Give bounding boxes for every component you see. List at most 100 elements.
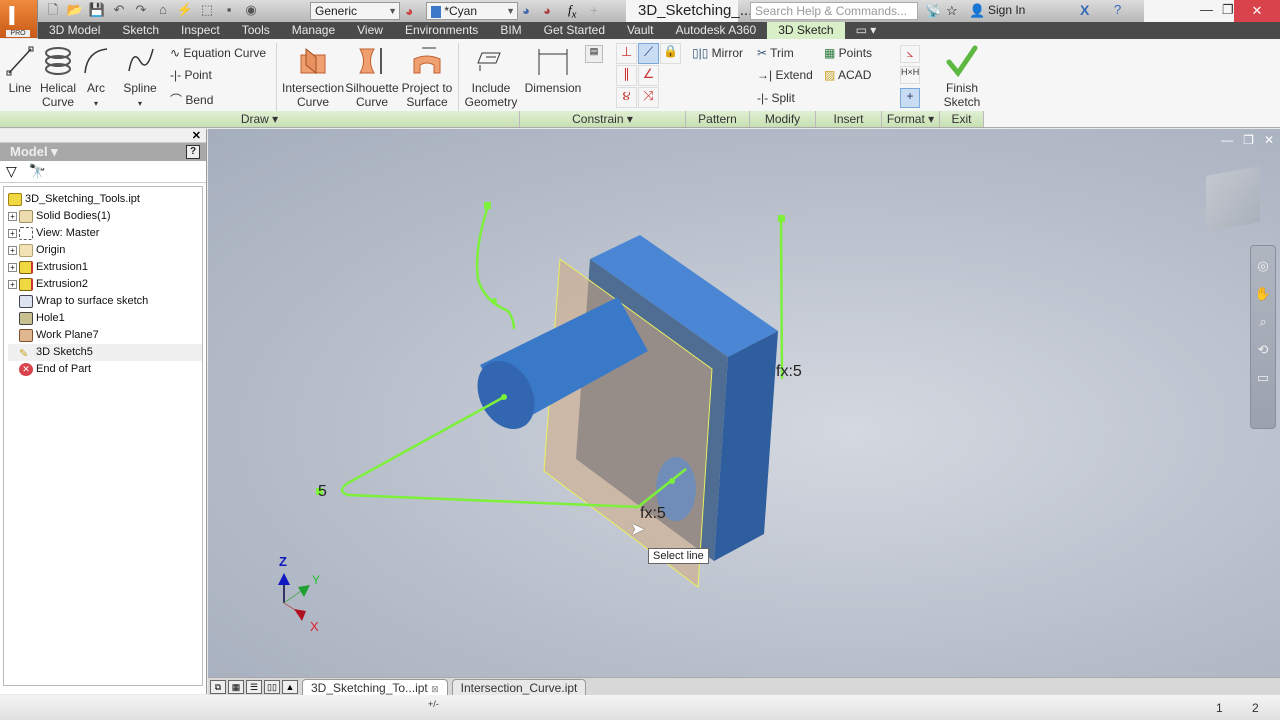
include-geometry-button[interactable]: Include Geometry: [462, 45, 520, 109]
doc-tab-3d-sketching[interactable]: 3D_Sketching_To...ipt ⊠: [302, 678, 448, 695]
redo-icon[interactable]: ↷: [132, 2, 150, 18]
helical-curve-button[interactable]: Helical Curve: [38, 45, 78, 109]
points-button[interactable]: ▦ Points: [824, 46, 872, 60]
tree-node-3d-sketch5[interactable]: ✎ 3D Sketch5: [8, 344, 202, 361]
tree-node-hole1[interactable]: Hole1: [8, 310, 202, 327]
ribbon-display-toggle[interactable]: ▭ ▾: [845, 22, 888, 39]
dimension-button[interactable]: Dimension: [524, 45, 582, 95]
tile-horizontal-icon[interactable]: ☰: [246, 679, 262, 694]
doc-tab-close-icon[interactable]: ⊠: [431, 684, 439, 694]
tile-vertical-icon[interactable]: ▯▯: [264, 679, 280, 694]
find-binoculars-icon[interactable]: 🔭: [29, 163, 46, 180]
driven-dimension-icon[interactable]: H×H: [900, 66, 920, 84]
home-icon[interactable]: ⌂: [154, 2, 172, 18]
search-input[interactable]: Search Help & Commands...: [750, 2, 918, 20]
tab-manage[interactable]: Manage: [281, 22, 346, 39]
coincident-icon[interactable]: ⊥: [616, 43, 637, 64]
tree-node-work-plane7[interactable]: Work Plane7: [8, 327, 202, 344]
adjust-icon[interactable]: ◕: [522, 3, 530, 18]
open-documents-menu-icon[interactable]: ▲: [282, 679, 298, 694]
equation-curve-button[interactable]: ∿ Equation Curve: [170, 46, 266, 60]
tree-node-solid-bodies[interactable]: + Solid Bodies(1): [8, 208, 202, 225]
intersection-curve-button[interactable]: Intersection Curve: [282, 45, 344, 109]
tree-node-view-master[interactable]: + View: Master: [8, 225, 202, 242]
collinear-icon[interactable]: ⟋: [638, 43, 659, 64]
dimension-label-vertical[interactable]: fx:5: [776, 363, 802, 381]
expand-icon[interactable]: +: [8, 229, 17, 238]
crosshair-icon[interactable]: +: [590, 2, 598, 18]
tree-node-origin[interactable]: + Origin: [8, 242, 202, 259]
tab-tools[interactable]: Tools: [231, 22, 281, 39]
silhouette-curve-button[interactable]: Silhouette Curve: [344, 45, 400, 109]
spline-curve[interactable]: [475, 205, 516, 330]
favorites-star-icon[interactable]: ☆: [946, 3, 958, 19]
tree-node-extrusion2[interactable]: + Extrusion2: [8, 276, 202, 293]
smooth-icon[interactable]: ⤨: [638, 87, 659, 108]
point-button[interactable]: -|- Point: [170, 68, 212, 82]
graphics-viewport[interactable]: — ❐ ✕ ◎ ✋ ⌕ ⟲ ▭ fx:5 fx:5 5 ➤ Select lin…: [208, 129, 1280, 677]
application-menu-button[interactable]: I PRO: [0, 0, 38, 38]
expand-icon[interactable]: +: [8, 263, 17, 272]
vertical-line[interactable]: [779, 218, 784, 380]
parallel-icon[interactable]: ∥: [616, 65, 637, 86]
tab-inspect[interactable]: Inspect: [170, 22, 231, 39]
tree-node-end-of-part[interactable]: ✕ End of Part: [8, 361, 202, 378]
expand-icon[interactable]: +: [8, 246, 17, 255]
browser-close-icon[interactable]: ✕: [192, 129, 201, 142]
doc-tab-intersection-curve[interactable]: Intersection_Curve.ipt: [451, 678, 587, 695]
open-icon[interactable]: 📂: [66, 2, 84, 18]
line-button[interactable]: Line: [4, 45, 36, 95]
browser-help-icon[interactable]: ?: [186, 145, 200, 159]
format-panel-label[interactable]: Format ▾: [882, 111, 940, 127]
tile-grid-icon[interactable]: ▦: [228, 679, 244, 694]
spline-dropdown-icon[interactable]: ▾: [138, 99, 142, 108]
appearance-color-icon[interactable]: ◕: [405, 3, 413, 19]
restore-button[interactable]: ❐: [1222, 2, 1234, 18]
tab-environments[interactable]: Environments: [394, 22, 489, 39]
dimension-label-left[interactable]: 5: [318, 483, 327, 501]
draw-panel-label[interactable]: Draw ▾: [0, 111, 520, 127]
extend-button[interactable]: →| Extend: [757, 68, 813, 82]
select-icon[interactable]: ⬚: [198, 2, 216, 18]
tab-sketch[interactable]: Sketch: [111, 22, 170, 39]
sketch-point[interactable]: [501, 394, 507, 400]
cascade-windows-icon[interactable]: ⧉: [210, 679, 226, 694]
update-icon[interactable]: ⚡: [176, 2, 194, 18]
constrain-panel-label[interactable]: Constrain ▾: [520, 111, 686, 127]
expand-icon[interactable]: +: [8, 280, 17, 289]
tab-3d-sketch[interactable]: 3D Sketch: [767, 22, 845, 39]
centerline-icon[interactable]: +: [900, 88, 920, 108]
tree-node-extrusion1[interactable]: + Extrusion1: [8, 259, 202, 276]
tab-autodesk-a360[interactable]: Autodesk A360: [665, 22, 768, 39]
arc-button[interactable]: Arc ▾: [80, 45, 112, 111]
perpendicular-icon[interactable]: ∠: [638, 65, 659, 86]
appearance-dropdown[interactable]: *Cyan ▼: [426, 2, 518, 20]
tab-3d-model[interactable]: 3D Model: [38, 22, 111, 39]
tree-node-wrap-sketch[interactable]: Wrap to surface sketch: [8, 293, 202, 310]
new-icon[interactable]: 🗋: [44, 2, 62, 18]
tree-node-root[interactable]: 3D_Sketching_Tools.ipt: [8, 191, 202, 208]
material-dropdown[interactable]: Generic ▼: [310, 2, 400, 20]
communication-center-icon[interactable]: 📡: [925, 3, 941, 19]
sketch-line-1[interactable]: [347, 395, 505, 485]
mirror-button[interactable]: ▯|▯ Mirror: [692, 46, 743, 60]
save-icon[interactable]: 💾: [88, 2, 106, 18]
tangent-icon[interactable]: ૪: [616, 87, 637, 108]
finish-sketch-button[interactable]: Finish Sketch: [942, 45, 982, 109]
browser-header[interactable]: Model ▾ ?: [0, 143, 206, 161]
browser-grip[interactable]: ✕: [0, 129, 206, 143]
sign-in-button[interactable]: Sign In: [988, 3, 1025, 17]
arc-dropdown-icon[interactable]: ▾: [94, 99, 98, 108]
bend-button[interactable]: ⌒ Bend: [170, 91, 213, 108]
close-button[interactable]: ✕: [1234, 0, 1280, 22]
tab-vault[interactable]: Vault: [616, 22, 664, 39]
fx-icon[interactable]: fx: [568, 2, 576, 21]
sketch-point[interactable]: [491, 298, 497, 304]
construction-icon[interactable]: ⦣: [900, 45, 920, 63]
trim-button[interactable]: ✂ Trim: [757, 46, 794, 60]
tab-view[interactable]: View: [346, 22, 394, 39]
tab-get-started[interactable]: Get Started: [533, 22, 616, 39]
sketch-point[interactable]: [669, 478, 675, 484]
clear-icon[interactable]: ◕: [543, 3, 551, 18]
fix-lock-icon[interactable]: 🔒: [660, 43, 681, 64]
